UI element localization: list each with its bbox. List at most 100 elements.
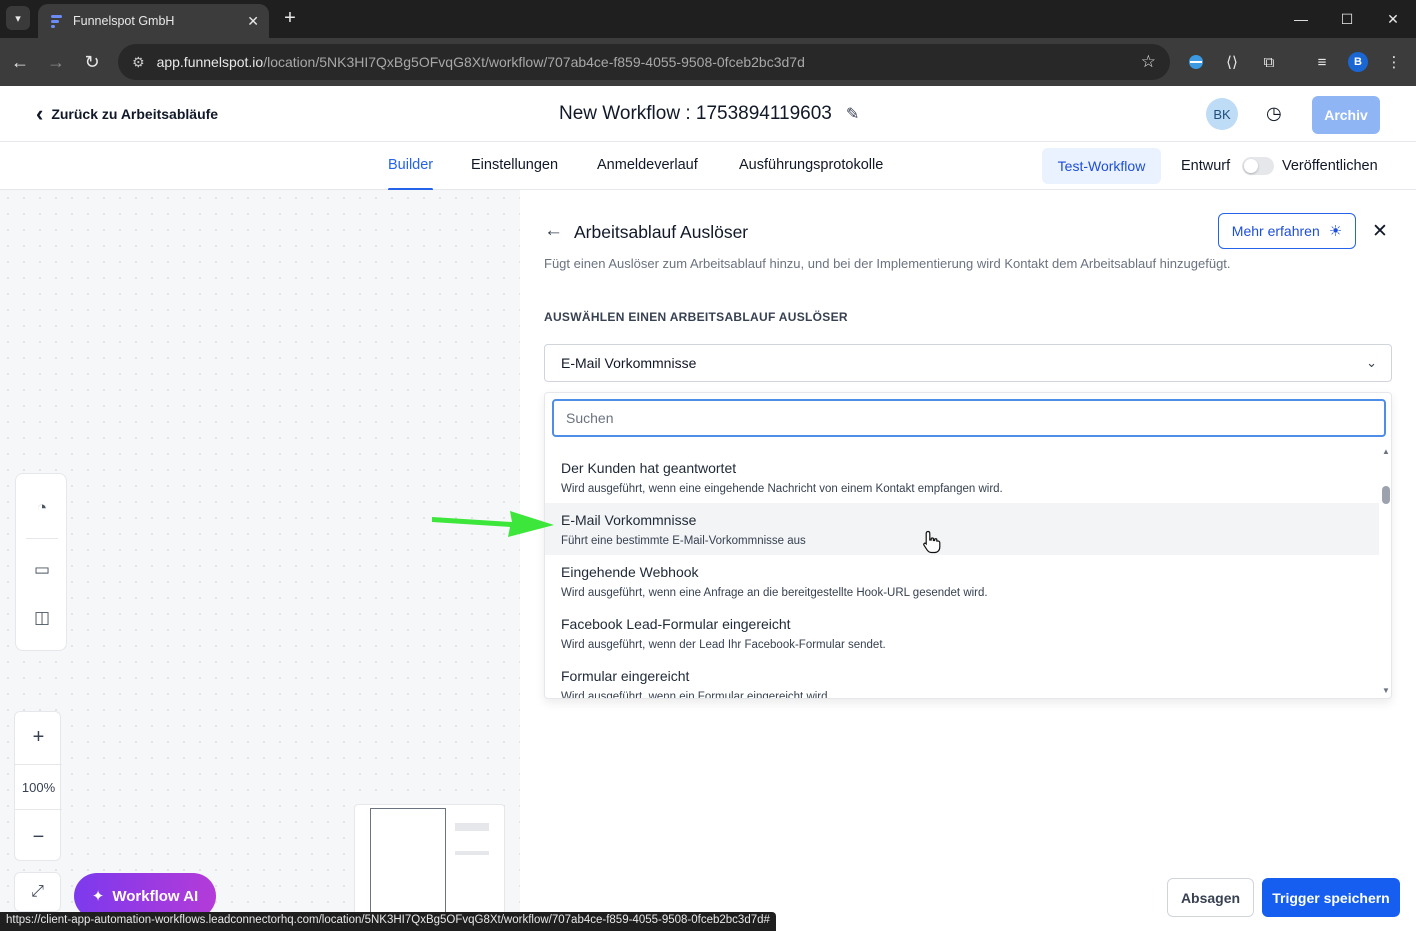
trigger-search-input[interactable] (552, 399, 1386, 437)
scroll-up-icon[interactable]: ▲ (1382, 447, 1390, 456)
close-window-button[interactable]: ✕ (1370, 0, 1416, 38)
option-title: Der Kunden hat geantwortet (561, 460, 737, 476)
chevron-down-icon: ⌄ (1366, 355, 1377, 370)
browser-menu-icon[interactable]: ⋮ (1382, 50, 1406, 74)
list-item[interactable]: Formular eingereicht Wird ausgeführt, we… (545, 659, 1379, 699)
workflow-tabs: Builder Einstellungen Anmeldeverlauf Aus… (0, 142, 1416, 191)
media-controls-icon[interactable]: ≡ (1310, 50, 1334, 74)
publish-label: Veröffentlichen (1282, 158, 1378, 174)
expand-icon: ⤢ (31, 883, 44, 900)
option-title: Eingehende Webhook (561, 564, 699, 580)
hand-cursor-icon (923, 530, 941, 554)
option-title: Facebook Lead-Formular eingereicht (561, 616, 791, 632)
learn-more-button[interactable]: Mehr erfahren ☀ (1218, 213, 1356, 249)
browser-tab-bar: ▾ Funnelspot GmbH ✕ + — ☐ ✕ (0, 0, 1416, 38)
option-title: Formular eingereicht (561, 668, 690, 684)
pencil-icon[interactable]: ✎ (846, 104, 859, 124)
history-icon[interactable]: ◷ (1266, 103, 1282, 124)
option-description: Wird ausgeführt, wenn eine Anfrage an di… (561, 587, 988, 599)
maximize-button[interactable]: ☐ (1324, 0, 1370, 38)
sparkle-icon: ✦ (91, 888, 105, 905)
forward-button[interactable]: → (42, 48, 70, 76)
reload-button[interactable]: ↻ (78, 48, 106, 76)
arrow-left-icon: ← (11, 51, 29, 72)
option-description: Wird ausgeführt, wenn der Lead Ihr Faceb… (561, 639, 886, 651)
scroll-down-icon[interactable]: ▼ (1382, 686, 1390, 695)
panel-description: Fügt einen Auslöser zum Arbeitsablauf hi… (544, 256, 1231, 271)
list-item-hovered[interactable]: E-Mail Vorkommnisse Führt eine bestimmte… (545, 503, 1379, 555)
browser-tab-title: Funnelspot GmbH (73, 14, 175, 28)
tab-enrollment-history[interactable]: Anmeldeverlauf (597, 157, 698, 173)
user-avatar[interactable]: BK (1206, 98, 1238, 130)
cancel-button[interactable]: Absagen (1167, 878, 1254, 917)
stats-pie-icon[interactable]: ◔ (16, 488, 68, 528)
workflow-title: New Workflow : 1753894119603 ✎ (559, 103, 859, 125)
back-to-workflows-link[interactable]: ‹ Zurück zu Arbeitsabläufe (36, 101, 219, 126)
trigger-select[interactable]: E-Mail Vorkommnisse ⌄ (544, 344, 1392, 382)
new-tab-button[interactable]: + (280, 6, 300, 30)
extensions-puzzle-icon[interactable]: ⧉ (1257, 50, 1281, 74)
back-button[interactable]: ← (6, 48, 34, 76)
archive-button[interactable]: Archiv (1312, 96, 1380, 134)
trigger-dropdown: Der Kunden hat geantwortet Wird ausgefüh… (544, 392, 1392, 699)
address-bar[interactable]: ⚙ app.funnelspot.io /location/5NK3HI7QxB… (118, 44, 1170, 80)
option-description: Wird ausgeführt, wenn ein Formular einge… (561, 691, 831, 699)
app-header: ‹ Zurück zu Arbeitsabläufe New Workflow … (0, 86, 1416, 142)
minus-icon: − (32, 825, 45, 848)
zoom-controls: + 100% − (14, 711, 62, 861)
close-panel-icon[interactable]: ✕ (1372, 220, 1388, 243)
draft-label: Entwurf (1181, 158, 1231, 174)
list-item[interactable]: Der Kunden hat geantwortet Wird ausgefüh… (545, 451, 1379, 503)
toolbar-divider (26, 538, 58, 539)
status-bar-url: https://client-app-automation-workflows.… (0, 912, 776, 931)
comment-icon[interactable]: ▭ (16, 550, 68, 590)
close-tab-icon[interactable]: ✕ (247, 13, 259, 30)
workflow-title-text: New Workflow : 1753894119603 (559, 103, 832, 124)
site-settings-icon[interactable]: ⚙ (132, 54, 145, 71)
browser-tab[interactable]: Funnelspot GmbH ✕ (38, 4, 269, 38)
workflow-ai-label: Workflow AI (112, 887, 199, 905)
chevron-down-icon: ▾ (15, 12, 21, 25)
url-path: /location/5NK3HI7QxBg5OFvqG8Xt/workflow/… (263, 54, 805, 70)
lightbulb-icon: ☀ (1328, 223, 1343, 240)
plus-icon: + (32, 725, 45, 748)
panel-back-arrow-icon[interactable]: ← (544, 220, 563, 242)
trigger-select-value: E-Mail Vorkommnisse (561, 355, 697, 371)
zoom-in-button[interactable]: + (15, 714, 62, 760)
list-item[interactable]: Eingehende Webhook Wird ausgeführt, wenn… (545, 555, 1379, 607)
save-trigger-button[interactable]: Trigger speichern (1262, 878, 1400, 917)
reload-icon: ↻ (84, 51, 100, 72)
scroll-thumb[interactable] (1382, 486, 1390, 504)
zoom-out-button[interactable]: − (15, 814, 62, 860)
zoom-level: 100% (15, 764, 62, 810)
trigger-options-list: Der Kunden hat geantwortet Wird ausgefüh… (545, 446, 1379, 699)
tab-settings[interactable]: Einstellungen (471, 157, 558, 173)
panel-title: Arbeitsablauf Auslöser (574, 222, 749, 242)
extension-globe-icon[interactable] (1184, 50, 1208, 74)
option-description: Wird ausgeführt, wenn eine eingehende Na… (561, 483, 1003, 495)
chevron-left-icon: ‹ (36, 101, 44, 126)
sticky-note-icon[interactable]: ◫ (16, 598, 68, 638)
funnelspot-favicon-icon (51, 15, 62, 28)
back-to-workflows-label: Zurück zu Arbeitsabläufe (51, 106, 219, 122)
toggle-knob (1244, 159, 1258, 173)
url-host: app.funnelspot.io (156, 54, 264, 70)
tab-builder[interactable]: Builder (388, 157, 434, 191)
trigger-panel: ← Arbeitsablauf Auslöser Mehr erfahren ☀… (520, 190, 1416, 931)
test-workflow-button[interactable]: Test-Workflow (1042, 148, 1161, 184)
browser-toolbar: ← → ↻ ⚙ app.funnelspot.io /location/5NK3… (0, 38, 1416, 86)
extension-code-icon[interactable]: ⟨⟩ (1220, 50, 1244, 74)
publish-toggle[interactable] (1242, 157, 1274, 175)
option-description: Führt eine bestimmte E-Mail-Vorkommnisse… (561, 535, 806, 547)
fit-to-screen-button[interactable]: ⤢ (14, 872, 61, 912)
minimap-node (455, 823, 489, 831)
tab-execution-logs[interactable]: Ausführungsprotokolle (739, 157, 883, 173)
list-item[interactable]: Facebook Lead-Formular eingereicht Wird … (545, 607, 1379, 659)
bookmark-star-icon[interactable]: ☆ (1141, 52, 1156, 72)
learn-more-label: Mehr erfahren (1231, 223, 1320, 239)
profile-avatar[interactable]: B (1348, 52, 1368, 72)
dropdown-scrollbar[interactable]: ▲ ▼ (1379, 446, 1391, 698)
minimize-button[interactable]: — (1278, 0, 1324, 38)
arrow-right-icon: → (47, 51, 65, 72)
tab-search-button[interactable]: ▾ (6, 6, 30, 30)
